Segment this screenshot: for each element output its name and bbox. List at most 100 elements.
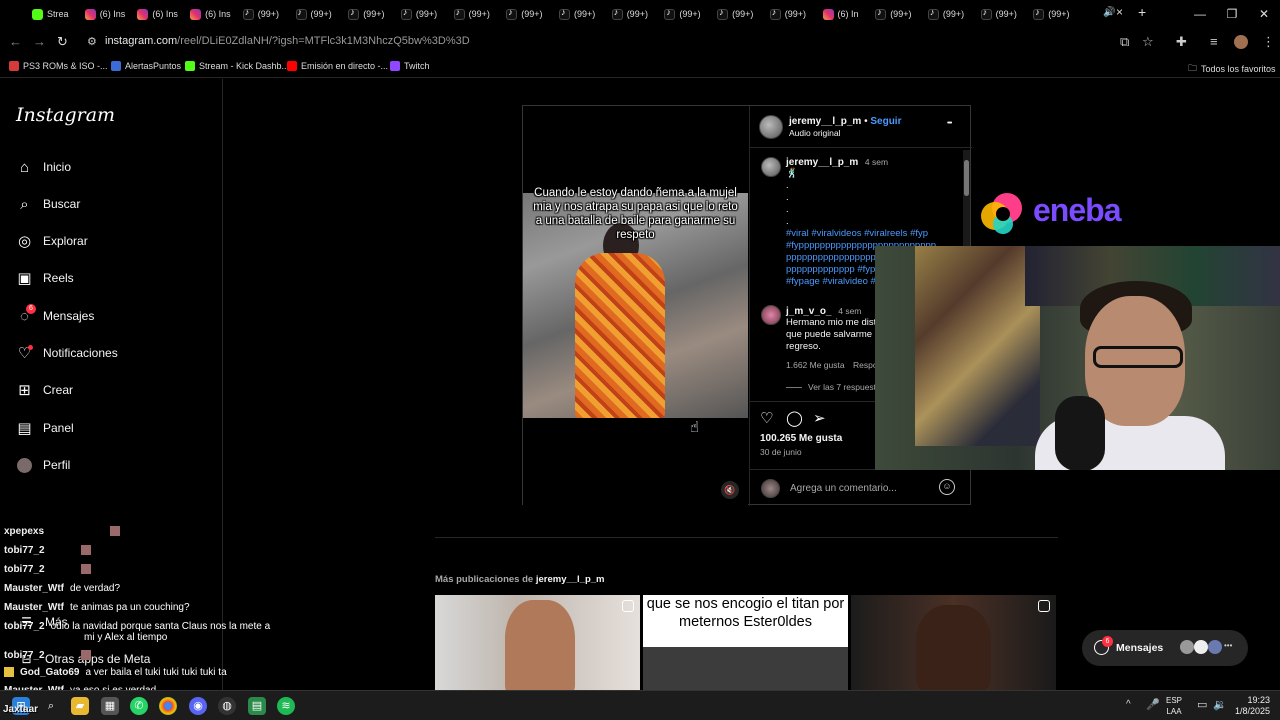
scrollbar-thumb[interactable] <box>964 160 969 196</box>
browser-tab[interactable]: (99+) <box>664 4 710 24</box>
reload-icon[interactable]: ↻ <box>57 34 68 50</box>
window-controls: — ❐ ✕ <box>1184 0 1280 28</box>
sidebar-item-explorar[interactable]: ◎ Explorar <box>16 229 88 253</box>
tiktok-icon <box>348 7 360 20</box>
comment-bubble-icon[interactable]: ◯ <box>786 409 803 427</box>
post-thumbnail[interactable] <box>435 595 640 690</box>
obs-icon[interactable]: ◍ <box>218 697 236 715</box>
more-options-icon[interactable]: ••• <box>947 120 952 127</box>
audio-label[interactable]: Audio original <box>789 128 841 138</box>
follow-button[interactable]: Seguir <box>870 116 901 127</box>
tab-close-icon[interactable]: × <box>1116 5 1123 19</box>
sidebar-item-panel[interactable]: ▤ Panel <box>16 416 74 440</box>
mute-button[interactable]: 🔇 <box>721 481 739 499</box>
more-posts-username[interactable]: jeremy__l_p_m <box>536 574 605 585</box>
media-control-icon[interactable]: ≡ <box>1210 34 1218 49</box>
reel-video[interactable]: Cuando le estoy dando ñema a la mujel mi… <box>523 106 748 506</box>
tray-chevron-icon[interactable]: ^ <box>1126 699 1131 710</box>
comment-input[interactable]: Agrega un comentario... <box>790 483 897 494</box>
emoji-icon[interactable]: ☺ <box>939 479 955 495</box>
search-icon[interactable]: ⌕ <box>42 697 60 715</box>
restore-icon[interactable]: ❐ <box>1216 0 1248 28</box>
bookmark-item[interactable]: Stream - Kick Dashb... <box>185 61 289 71</box>
post-author-avatar[interactable] <box>761 157 781 177</box>
browser-menu-icon[interactable]: ⋮ <box>1262 34 1275 50</box>
profile-avatar[interactable] <box>1234 35 1248 49</box>
browser-tab[interactable]: (6) Ins <box>84 4 131 24</box>
store-icon[interactable]: ▦ <box>101 697 119 715</box>
instagram-logo[interactable]: Instagram <box>16 104 115 126</box>
sidebar-item-buscar[interactable]: ⌕ Buscar <box>16 192 80 216</box>
sidebar-item-label: Panel <box>43 421 74 435</box>
new-tab-button[interactable]: + <box>1138 4 1146 20</box>
post-author-username[interactable]: jeremy__l_p_m <box>786 157 858 168</box>
spotify-icon[interactable]: ≋ <box>277 697 295 715</box>
browser-tab[interactable]: (6) Ins <box>137 4 183 24</box>
browser-tab[interactable]: (99+) <box>980 4 1027 24</box>
post-header: jeremy__l_p_m • Seguir Audio original ••… <box>750 106 972 148</box>
like-heart-icon[interactable]: ♡ <box>760 409 773 427</box>
browser-tab[interactable]: (99+) <box>927 4 974 24</box>
browser-tab[interactable]: (99+) <box>453 4 500 24</box>
browser-tab[interactable]: (99+) <box>717 4 763 24</box>
browser-tab[interactable]: Strea <box>32 4 78 24</box>
site-info-icon[interactable]: ⚙ <box>87 35 97 48</box>
author-avatar[interactable] <box>759 115 783 139</box>
extensions-icon[interactable]: ✚ <box>1176 34 1187 50</box>
post-thumbnail[interactable]: que se nos encogio el titan por meternos… <box>643 595 848 690</box>
chrome-icon[interactable] <box>159 697 177 715</box>
sidebar-item-mensajes[interactable]: ◌ 6 Mensajes <box>16 303 94 328</box>
install-app-icon[interactable]: ⧉ <box>1120 34 1129 50</box>
chat-message: Mauster_Wtf te animas pa un couching? <box>4 602 190 613</box>
sidebar-item-crear[interactable]: ⊞ Crear <box>16 378 73 402</box>
browser-tab[interactable]: (99+) <box>559 4 605 24</box>
tab-audio-icon[interactable]: 🔊 <box>1103 7 1115 18</box>
browser-tab[interactable]: (99+) <box>242 4 289 24</box>
browser-tab[interactable]: (99+) <box>348 4 394 24</box>
messages-floating-button[interactable]: 6 Mensajes ••• <box>1082 630 1248 666</box>
like-count[interactable]: 100.265 Me gusta <box>760 433 842 444</box>
tab-label: (99+) <box>679 9 701 19</box>
minimize-icon[interactable]: — <box>1184 0 1216 28</box>
bookmark-star-icon[interactable]: ☆ <box>1142 34 1154 50</box>
all-bookmarks-folder[interactable]: 🗀 Todos los favoritos <box>1188 61 1276 77</box>
browser-tab[interactable]: (99+) <box>611 4 658 24</box>
bookmark-item[interactable]: AlertasPuntos <box>111 61 181 71</box>
bookmark-item[interactable]: Twitch <box>390 61 430 71</box>
bookmark-item[interactable]: PS3 ROMs & ISO -... <box>9 61 108 71</box>
sidebar-item-notificaciones[interactable]: ♡ Notificaciones <box>16 341 118 365</box>
browser-tab[interactable]: (99+) <box>1033 4 1079 24</box>
browser-tab[interactable]: (99+) <box>875 4 921 24</box>
author-username[interactable]: jeremy__l_p_m <box>789 116 861 127</box>
app-icon[interactable]: ▤ <box>248 697 266 715</box>
forward-icon[interactable]: → <box>33 34 46 49</box>
commenter-username[interactable]: j_m_v_o_ <box>786 306 832 317</box>
browser-tab[interactable]: (99+) <box>769 4 816 24</box>
browser-tab[interactable]: (6) In <box>822 4 869 24</box>
whatsapp-icon[interactable]: ✆ <box>130 697 148 715</box>
browser-tab[interactable]: (6) Ins <box>190 4 236 24</box>
sidebar-item-inicio[interactable]: ⌂ Inicio <box>16 155 71 179</box>
language-indicator[interactable]: ESP LAA <box>1166 695 1182 717</box>
sidebar-item-reels[interactable]: ▣ Reels <box>16 266 73 290</box>
close-window-icon[interactable]: ✕ <box>1248 0 1280 28</box>
comment-likes[interactable]: 1.662 Me gusta <box>786 360 845 370</box>
browser-tab[interactable]: (99+) <box>400 4 447 24</box>
discord-icon[interactable]: ◉ <box>189 697 207 715</box>
hashtags[interactable]: ppppppppppppp #fyp <box>786 264 875 276</box>
share-send-icon[interactable]: ➢ <box>813 409 826 427</box>
file-explorer-icon[interactable]: ▰ <box>71 697 89 715</box>
hashtags[interactable]: #viral #viralvideos #viralreels #fyp <box>786 228 928 240</box>
microphone-icon[interactable]: 🎤 <box>1146 698 1160 711</box>
post-thumbnail[interactable] <box>851 595 1056 690</box>
view-replies-button[interactable]: Ver las 7 respuesta <box>786 381 881 393</box>
commenter-avatar[interactable] <box>761 305 781 325</box>
back-icon[interactable]: ← <box>9 34 22 49</box>
browser-tab[interactable]: (99+) <box>295 4 342 24</box>
browser-tab[interactable]: (99+) <box>506 4 552 24</box>
hashtags[interactable]: #fypage #viralvideo # <box>786 276 876 288</box>
system-clock[interactable]: 19:23 1/8/2025 <box>1200 695 1270 717</box>
sidebar-item-perfil[interactable]: Perfil <box>16 453 70 477</box>
url-field[interactable]: instagram.com/reel/DLiE0ZdlaNH/?igsh=MTF… <box>105 35 470 47</box>
bookmark-item[interactable]: Emisión en directo -... <box>287 61 388 71</box>
